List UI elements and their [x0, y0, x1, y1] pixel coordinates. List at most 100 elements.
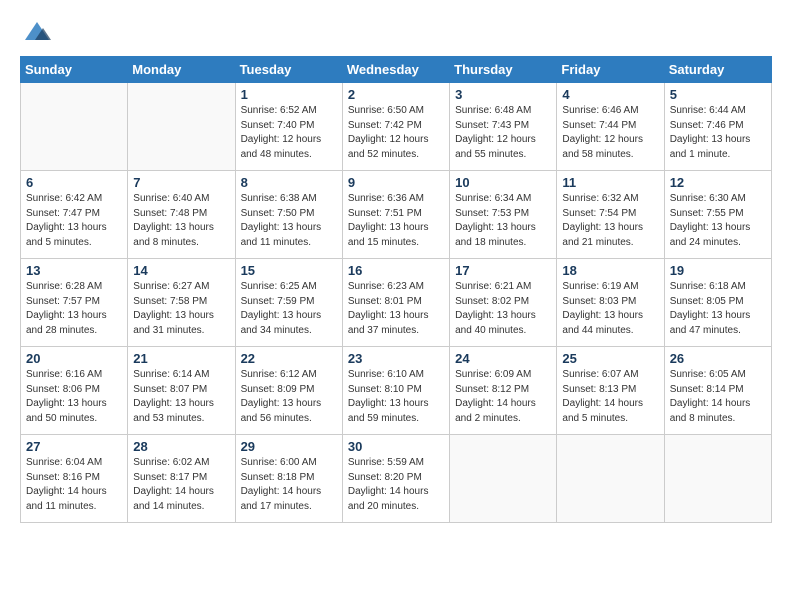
calendar-cell: 7 Sunrise: 6:40 AM Sunset: 7:48 PM Daylig… [128, 171, 235, 259]
day-number: 16 [348, 263, 444, 278]
day-detail: Sunrise: 6:16 AM Sunset: 8:06 PM Dayligh… [26, 368, 122, 426]
day-detail: Sunrise: 6:40 AM Sunset: 7:48 PM Dayligh… [133, 192, 229, 250]
calendar-week-row: 6 Sunrise: 6:42 AM Sunset: 7:47 PM Daylig… [21, 171, 772, 259]
calendar-cell: 16 Sunrise: 6:23 AM Sunset: 8:01 PM Dayli… [342, 259, 449, 347]
day-number: 19 [670, 263, 766, 278]
calendar-cell: 19 Sunrise: 6:18 AM Sunset: 8:05 PM Dayli… [664, 259, 771, 347]
calendar-cell: 25Sunrise: 6:07 AM Sunset: 8:13 PM Dayli… [557, 347, 664, 435]
calendar-cell [21, 83, 128, 171]
weekday-header-row: SundayMondayTuesdayWednesdayThursdayFrid… [21, 57, 772, 83]
weekday-header-monday: Monday [128, 57, 235, 83]
calendar-cell: 20 Sunrise: 6:16 AM Sunset: 8:06 PM Dayli… [21, 347, 128, 435]
day-detail: Sunrise: 6:18 AM Sunset: 8:05 PM Dayligh… [670, 280, 766, 338]
day-detail: Sunrise: 6:07 AM Sunset: 8:13 PM Dayligh… [562, 368, 658, 426]
day-number: 30 [348, 439, 444, 454]
calendar-cell: 24 Sunrise: 6:09 AM Sunset: 8:12 PM Dayli… [450, 347, 557, 435]
calendar-cell [664, 435, 771, 523]
calendar-cell: 28 Sunrise: 6:02 AM Sunset: 8:17 PM Dayli… [128, 435, 235, 523]
day-detail: Sunrise: 6:38 AM Sunset: 7:50 PM Dayligh… [241, 192, 337, 250]
calendar-cell: 1 Sunrise: 6:52 AM Sunset: 7:40 PM Daylig… [235, 83, 342, 171]
calendar-cell: 4 Sunrise: 6:46 AM Sunset: 7:44 PM Daylig… [557, 83, 664, 171]
day-detail: Sunrise: 6:52 AM Sunset: 7:40 PM Dayligh… [241, 104, 337, 162]
calendar-cell: 12 Sunrise: 6:30 AM Sunset: 7:55 PM Dayli… [664, 171, 771, 259]
calendar-cell: 22Sunrise: 6:12 AM Sunset: 8:09 PM Dayli… [235, 347, 342, 435]
logo [20, 18, 51, 46]
calendar-cell: 21 Sunrise: 6:14 AM Sunset: 8:07 PM Dayli… [128, 347, 235, 435]
calendar-week-row: 13 Sunrise: 6:28 AM Sunset: 7:57 PM Dayli… [21, 259, 772, 347]
page-header [20, 18, 772, 46]
day-number: 1 [241, 87, 337, 102]
day-number: 7 [133, 175, 229, 190]
day-detail: Sunrise: 6:23 AM Sunset: 8:01 PM Dayligh… [348, 280, 444, 338]
day-detail: Sunrise: 6:36 AM Sunset: 7:51 PM Dayligh… [348, 192, 444, 250]
calendar-cell: 11 Sunrise: 6:32 AM Sunset: 7:54 PM Dayli… [557, 171, 664, 259]
calendar-cell: 3 Sunrise: 6:48 AM Sunset: 7:43 PM Daylig… [450, 83, 557, 171]
day-number: 10 [455, 175, 551, 190]
day-number: 28 [133, 439, 229, 454]
day-number: 9 [348, 175, 444, 190]
calendar-cell: 26 Sunrise: 6:05 AM Sunset: 8:14 PM Dayli… [664, 347, 771, 435]
calendar-cell: 6 Sunrise: 6:42 AM Sunset: 7:47 PM Daylig… [21, 171, 128, 259]
day-detail: Sunrise: 6:30 AM Sunset: 7:55 PM Dayligh… [670, 192, 766, 250]
calendar-cell: 18Sunrise: 6:19 AM Sunset: 8:03 PM Dayli… [557, 259, 664, 347]
calendar-week-row: 1 Sunrise: 6:52 AM Sunset: 7:40 PM Daylig… [21, 83, 772, 171]
day-number: 11 [562, 175, 658, 190]
calendar-cell: 30 Sunrise: 5:59 AM Sunset: 8:20 PM Dayli… [342, 435, 449, 523]
day-number: 20 [26, 351, 122, 366]
day-detail: Sunrise: 6:28 AM Sunset: 7:57 PM Dayligh… [26, 280, 122, 338]
calendar-cell: 15Sunrise: 6:25 AM Sunset: 7:59 PM Dayli… [235, 259, 342, 347]
weekday-header-saturday: Saturday [664, 57, 771, 83]
day-detail: Sunrise: 6:05 AM Sunset: 8:14 PM Dayligh… [670, 368, 766, 426]
day-detail: Sunrise: 6:46 AM Sunset: 7:44 PM Dayligh… [562, 104, 658, 162]
calendar-cell: 14Sunrise: 6:27 AM Sunset: 7:58 PM Dayli… [128, 259, 235, 347]
calendar-week-row: 27Sunrise: 6:04 AM Sunset: 8:16 PM Dayli… [21, 435, 772, 523]
day-detail: Sunrise: 6:14 AM Sunset: 8:07 PM Dayligh… [133, 368, 229, 426]
day-detail: Sunrise: 6:34 AM Sunset: 7:53 PM Dayligh… [455, 192, 551, 250]
day-number: 2 [348, 87, 444, 102]
day-detail: Sunrise: 6:44 AM Sunset: 7:46 PM Dayligh… [670, 104, 766, 162]
calendar-table: SundayMondayTuesdayWednesdayThursdayFrid… [20, 56, 772, 523]
calendar-cell [450, 435, 557, 523]
calendar-cell: 9 Sunrise: 6:36 AM Sunset: 7:51 PM Daylig… [342, 171, 449, 259]
calendar-cell: 5Sunrise: 6:44 AM Sunset: 7:46 PM Daylig… [664, 83, 771, 171]
weekday-header-tuesday: Tuesday [235, 57, 342, 83]
calendar-cell: 8 Sunrise: 6:38 AM Sunset: 7:50 PM Daylig… [235, 171, 342, 259]
day-number: 6 [26, 175, 122, 190]
day-detail: Sunrise: 6:48 AM Sunset: 7:43 PM Dayligh… [455, 104, 551, 162]
calendar-cell: 10 Sunrise: 6:34 AM Sunset: 7:53 PM Dayli… [450, 171, 557, 259]
weekday-header-thursday: Thursday [450, 57, 557, 83]
calendar-cell: 13 Sunrise: 6:28 AM Sunset: 7:57 PM Dayli… [21, 259, 128, 347]
weekday-header-friday: Friday [557, 57, 664, 83]
day-detail: Sunrise: 6:10 AM Sunset: 8:10 PM Dayligh… [348, 368, 444, 426]
day-detail: Sunrise: 6:09 AM Sunset: 8:12 PM Dayligh… [455, 368, 551, 426]
day-number: 4 [562, 87, 658, 102]
day-detail: Sunrise: 6:21 AM Sunset: 8:02 PM Dayligh… [455, 280, 551, 338]
day-detail: Sunrise: 6:32 AM Sunset: 7:54 PM Dayligh… [562, 192, 658, 250]
day-detail: Sunrise: 6:00 AM Sunset: 8:18 PM Dayligh… [241, 456, 337, 514]
calendar-week-row: 20 Sunrise: 6:16 AM Sunset: 8:06 PM Dayli… [21, 347, 772, 435]
logo-icon [23, 18, 51, 46]
calendar-cell: 29Sunrise: 6:00 AM Sunset: 8:18 PM Dayli… [235, 435, 342, 523]
day-detail: Sunrise: 6:42 AM Sunset: 7:47 PM Dayligh… [26, 192, 122, 250]
day-number: 26 [670, 351, 766, 366]
weekday-header-sunday: Sunday [21, 57, 128, 83]
day-detail: Sunrise: 5:59 AM Sunset: 8:20 PM Dayligh… [348, 456, 444, 514]
day-detail: Sunrise: 6:50 AM Sunset: 7:42 PM Dayligh… [348, 104, 444, 162]
calendar-cell: 23 Sunrise: 6:10 AM Sunset: 8:10 PM Dayli… [342, 347, 449, 435]
day-number: 13 [26, 263, 122, 278]
calendar-cell: 17 Sunrise: 6:21 AM Sunset: 8:02 PM Dayli… [450, 259, 557, 347]
day-detail: Sunrise: 6:02 AM Sunset: 8:17 PM Dayligh… [133, 456, 229, 514]
day-number: 22 [241, 351, 337, 366]
day-number: 12 [670, 175, 766, 190]
day-number: 3 [455, 87, 551, 102]
day-number: 8 [241, 175, 337, 190]
calendar-cell: 2 Sunrise: 6:50 AM Sunset: 7:42 PM Daylig… [342, 83, 449, 171]
day-number: 21 [133, 351, 229, 366]
calendar-cell [557, 435, 664, 523]
day-number: 17 [455, 263, 551, 278]
day-number: 24 [455, 351, 551, 366]
calendar-cell: 27Sunrise: 6:04 AM Sunset: 8:16 PM Dayli… [21, 435, 128, 523]
day-number: 23 [348, 351, 444, 366]
day-detail: Sunrise: 6:04 AM Sunset: 8:16 PM Dayligh… [26, 456, 122, 514]
day-number: 14 [133, 263, 229, 278]
